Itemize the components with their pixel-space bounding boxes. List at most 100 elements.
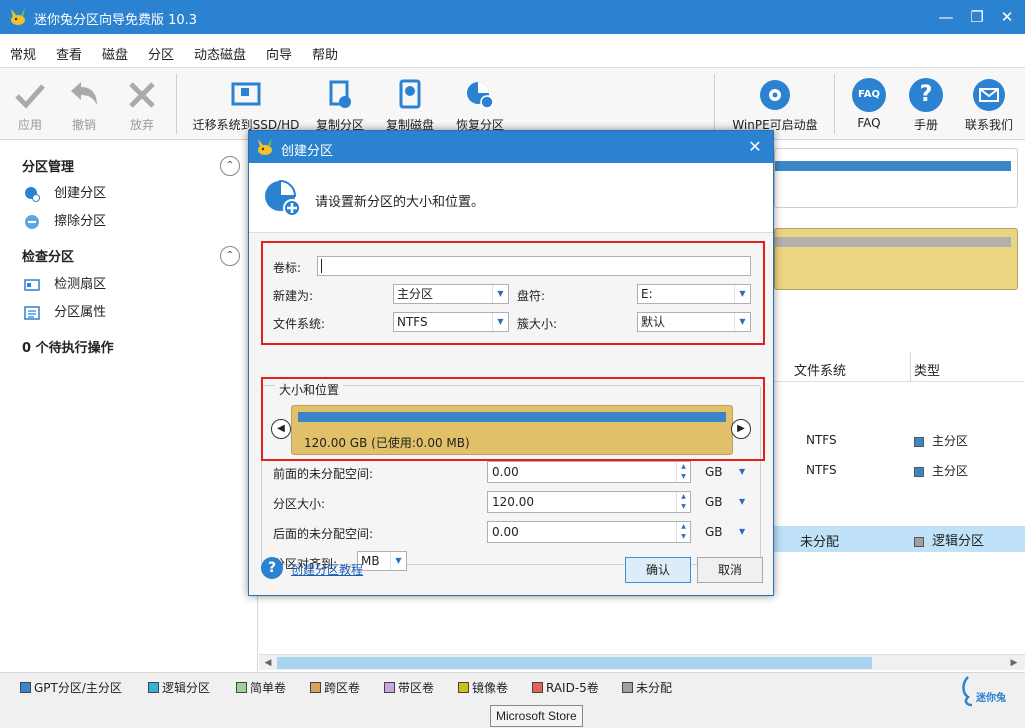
collapse-partition-management-button[interactable]: ⌃ bbox=[220, 156, 240, 176]
partition-size-input[interactable]: 120.00 ▲ ▼ bbox=[487, 491, 691, 513]
scroll-left-arrow[interactable]: ◀ bbox=[261, 656, 275, 670]
chevron-down-icon: ▼ bbox=[734, 285, 750, 303]
partition-size-slider[interactable]: 120.00 GB (已使用:0.00 MB) bbox=[291, 405, 733, 455]
winpe-button[interactable]: WinPE可启动盘 bbox=[730, 78, 820, 133]
check-sector-item[interactable]: 检测扇区 bbox=[24, 273, 106, 293]
contact-button[interactable]: 联系我们 bbox=[962, 78, 1016, 133]
apply-button[interactable]: 应用 bbox=[12, 78, 48, 133]
legend-simple: 简单卷 bbox=[236, 679, 286, 696]
legend-label: 跨区卷 bbox=[324, 681, 361, 695]
copy-disk-button[interactable]: 复制磁盘 bbox=[382, 78, 438, 133]
unit-dropdown-icon[interactable]: ▼ bbox=[739, 467, 745, 476]
unallocated-before-input[interactable]: 0.00 ▲ ▼ bbox=[487, 461, 691, 483]
window-title: 迷你兔分区向导免费版 10.3 bbox=[34, 13, 198, 28]
create-partition-label: 创建分区 bbox=[54, 186, 107, 201]
discard-button[interactable]: 放弃 bbox=[124, 78, 160, 133]
undo-button[interactable]: 撤销 bbox=[66, 78, 102, 133]
column-filesystem[interactable]: 文件系统 bbox=[794, 360, 846, 379]
recover-partition-icon bbox=[467, 82, 494, 109]
text-cursor bbox=[321, 259, 322, 273]
drive-letter-select[interactable]: E: ▼ bbox=[637, 284, 751, 304]
menu-view[interactable]: 查看 bbox=[56, 44, 82, 63]
minimize-button[interactable]: — bbox=[935, 6, 957, 28]
row-type: 主分区 bbox=[914, 462, 968, 479]
table-row-selected[interactable]: 未分配 逻辑分区 bbox=[774, 526, 1025, 552]
collapse-check-partition-button[interactable]: ⌃ bbox=[220, 246, 240, 266]
partition-size-label: 分区大小: bbox=[273, 497, 326, 511]
spin-up-down-icon[interactable]: ▲ ▼ bbox=[676, 462, 690, 482]
align-select[interactable]: MB ▼ bbox=[357, 551, 407, 571]
file-system-select[interactable]: NTFS ▼ bbox=[393, 312, 509, 332]
menu-general[interactable]: 常规 bbox=[10, 44, 36, 63]
cluster-size-select[interactable]: 默认 ▼ bbox=[637, 312, 751, 332]
partition-bar-fill[interactable] bbox=[298, 412, 726, 422]
spin-up-down-icon[interactable]: ▲ ▼ bbox=[676, 492, 690, 512]
recover-partition-button[interactable]: 恢复分区 bbox=[450, 78, 510, 133]
legend-swatch bbox=[310, 682, 321, 693]
legend-label: 带区卷 bbox=[398, 681, 435, 695]
unit-dropdown-icon[interactable]: ▼ bbox=[739, 527, 745, 536]
faq-button[interactable]: FAQ FAQ bbox=[850, 78, 888, 130]
dialog-title: 创建分区 bbox=[281, 144, 334, 159]
volume-label-input[interactable] bbox=[317, 256, 751, 276]
legend-swatch bbox=[20, 682, 31, 693]
undo-icon bbox=[71, 82, 97, 105]
move-left-button[interactable]: ◀ bbox=[271, 419, 291, 439]
migrate-os-button[interactable]: 迁移系统到SSD/HD bbox=[190, 78, 302, 133]
cancel-button[interactable]: 取消 bbox=[697, 557, 763, 583]
restore-button[interactable]: ❐ bbox=[966, 6, 988, 28]
menu-partition[interactable]: 分区 bbox=[148, 44, 174, 63]
apply-label: 应用 bbox=[17, 118, 42, 132]
create-partition-item[interactable]: 创建分区 bbox=[24, 182, 106, 202]
scrollbar-thumb[interactable] bbox=[277, 657, 872, 669]
taskbar-tooltip: Microsoft Store bbox=[490, 705, 583, 727]
menu-help[interactable]: 帮助 bbox=[312, 44, 338, 63]
table-row[interactable]: NTFS 主分区 bbox=[774, 430, 1025, 452]
table-header: 文件系统 类型 bbox=[774, 352, 1025, 382]
legend-label: 镜像卷 bbox=[472, 681, 509, 695]
row-type-label: 逻辑分区 bbox=[932, 534, 985, 549]
column-type[interactable]: 类型 bbox=[914, 360, 940, 379]
create-partition-icon bbox=[265, 179, 301, 217]
brand-logo: 迷你兔 bbox=[958, 675, 1018, 709]
help-icon[interactable]: ? bbox=[261, 557, 283, 579]
rabbit-logo-icon bbox=[258, 138, 272, 155]
cluster-size-label: 簇大小: bbox=[517, 317, 558, 331]
section-check-partition: 检查分区 bbox=[22, 250, 75, 265]
copy-partition-button[interactable]: 复制分区 bbox=[312, 78, 368, 133]
unit-dropdown-icon[interactable]: ▼ bbox=[739, 497, 745, 506]
legend-spanned: 跨区卷 bbox=[310, 679, 360, 696]
confirm-button[interactable]: 确认 bbox=[625, 557, 691, 583]
mail-icon bbox=[973, 79, 1005, 111]
legend-mirrored: 镜像卷 bbox=[458, 679, 508, 696]
dialog-close-button[interactable]: ✕ bbox=[745, 137, 765, 156]
align-value: MB bbox=[361, 554, 380, 568]
menu-wizard[interactable]: 向导 bbox=[266, 44, 292, 63]
move-right-button[interactable]: ▶ bbox=[731, 419, 751, 439]
faq-icon: FAQ bbox=[852, 78, 886, 112]
scroll-right-arrow[interactable]: ▶ bbox=[1007, 656, 1021, 670]
chevron-down-icon: ▼ bbox=[492, 285, 508, 303]
partition-properties-item[interactable]: 分区属性 bbox=[24, 301, 106, 321]
toolbar-separator bbox=[834, 74, 835, 134]
question-icon: ? bbox=[909, 78, 943, 112]
horizontal-scrollbar[interactable]: ◀ ▶ bbox=[259, 654, 1025, 670]
close-window-button[interactable]: ✕ bbox=[996, 6, 1018, 28]
manual-button[interactable]: ? 手册 bbox=[908, 78, 944, 133]
undo-label: 撤销 bbox=[71, 118, 96, 132]
create-partition-icon bbox=[25, 186, 40, 202]
wipe-partition-item[interactable]: 擦除分区 bbox=[24, 210, 106, 230]
menu-dynamic-disk[interactable]: 动态磁盘 bbox=[194, 44, 246, 63]
legend-label: 逻辑分区 bbox=[162, 681, 211, 695]
brand-text: 迷你兔 bbox=[976, 693, 1006, 704]
table-row[interactable]: NTFS 主分区 bbox=[774, 460, 1025, 482]
spin-up-down-icon[interactable]: ▲ ▼ bbox=[676, 522, 690, 542]
menu-disk[interactable]: 磁盘 bbox=[102, 44, 128, 63]
disk-card-2[interactable] bbox=[774, 228, 1018, 290]
pending-operations: 0 个待执行操作 bbox=[22, 341, 114, 356]
create-as-select[interactable]: 主分区 ▼ bbox=[393, 284, 509, 304]
disk-card-1[interactable] bbox=[774, 148, 1018, 208]
unallocated-after-input[interactable]: 0.00 ▲ ▼ bbox=[487, 521, 691, 543]
tutorial-link[interactable]: 创建分区教程 bbox=[291, 561, 363, 578]
disk-1-bar bbox=[775, 161, 1011, 171]
